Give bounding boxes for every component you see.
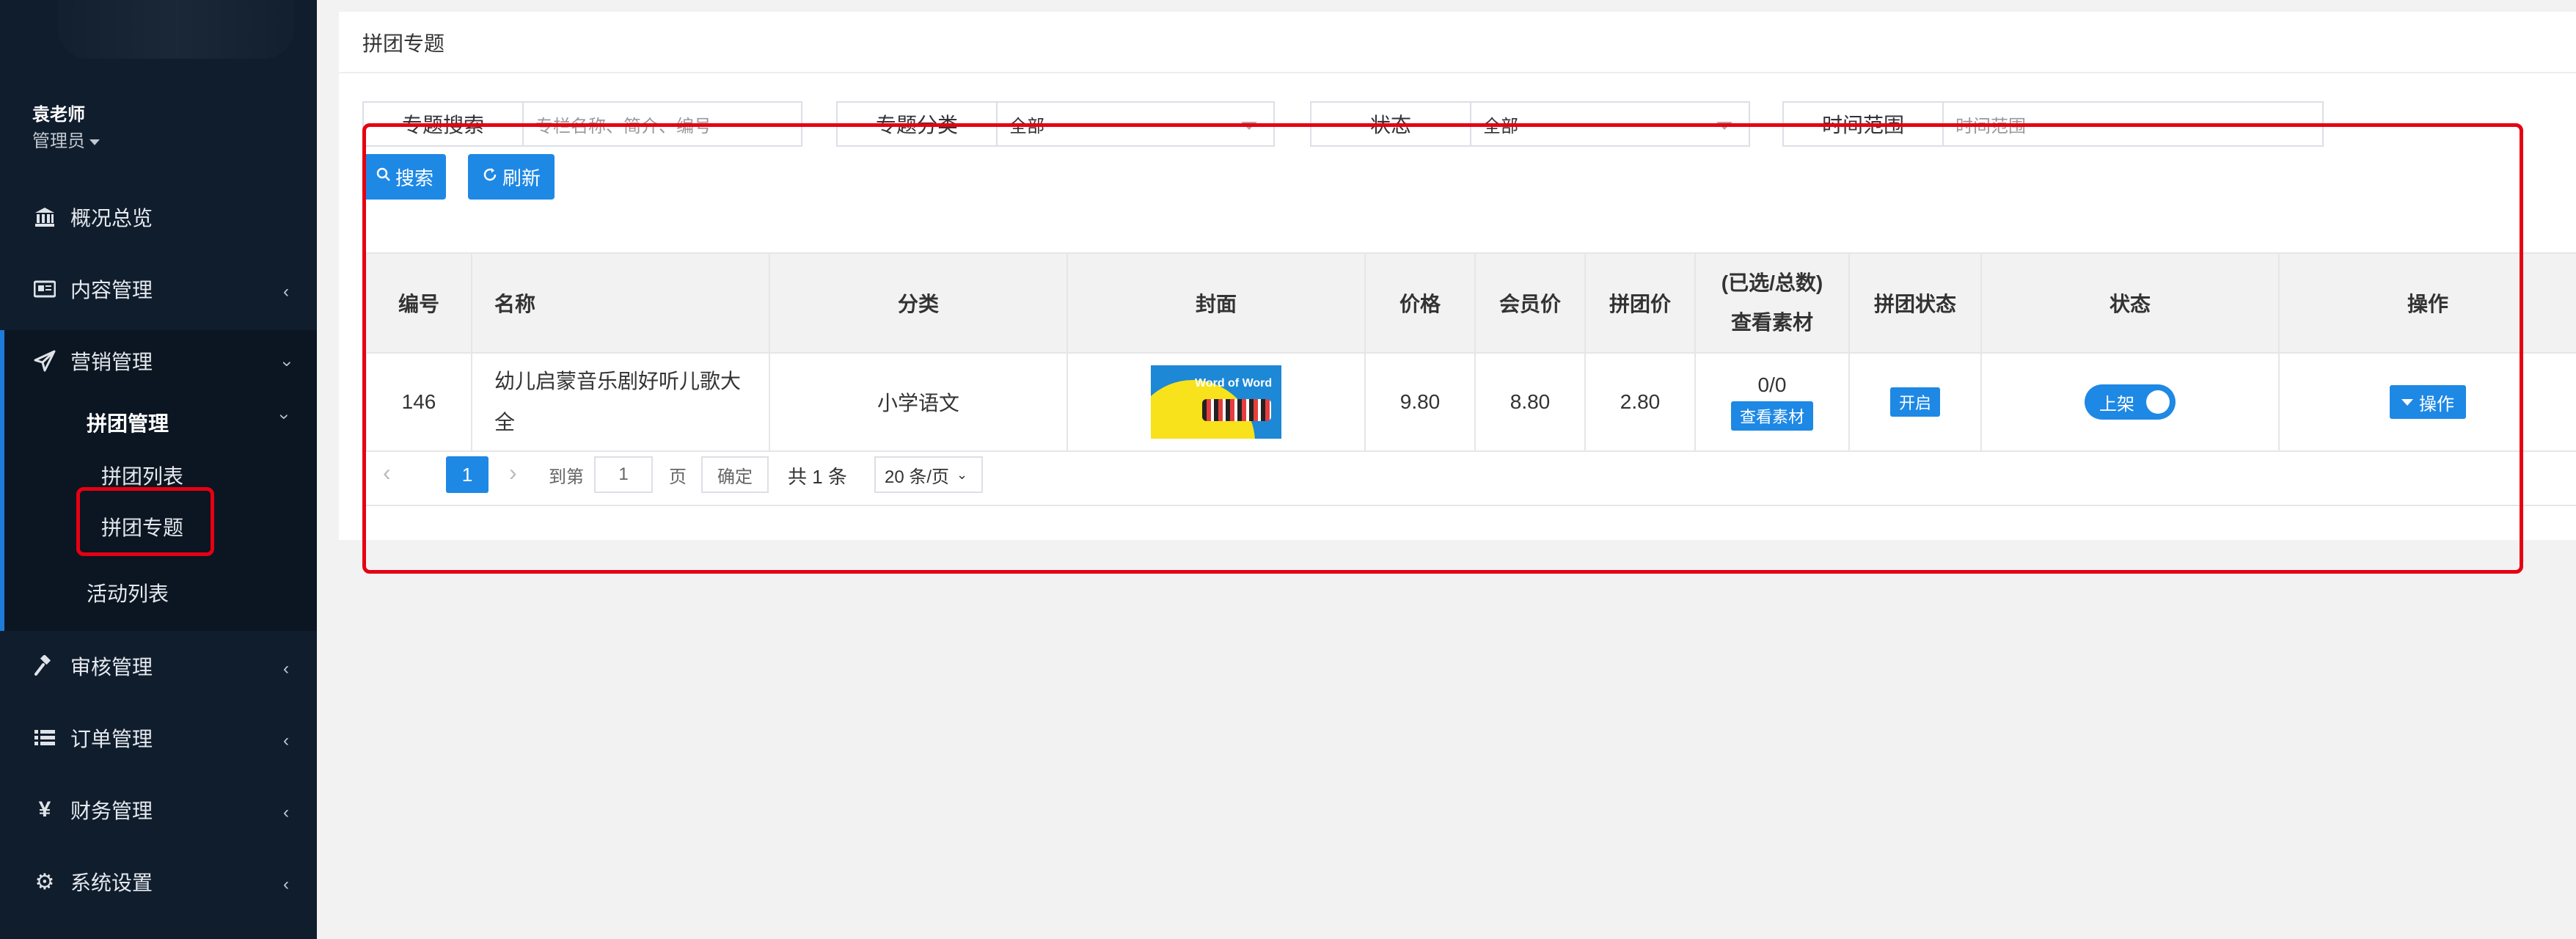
logo	[59, 0, 293, 59]
yen-icon: ¥	[38, 797, 51, 822]
sidebar-item-label: 财务管理	[70, 800, 153, 822]
chevron-left-icon: ‹	[283, 874, 289, 894]
bank-icon	[32, 205, 57, 230]
chevron-down-icon: ‹	[276, 361, 296, 367]
sidebar-item-review[interactable]: 审核管理 ‹	[0, 637, 317, 695]
sidebar-item-settings[interactable]: ⚙ 系统设置 ‹	[0, 852, 317, 911]
gavel-icon	[32, 654, 57, 679]
sidebar-item-finance[interactable]: ¥ 财务管理 ‹	[0, 781, 317, 839]
paper-plane-icon	[32, 348, 57, 373]
user-name: 袁老师	[32, 105, 85, 125]
sidebar-item-content[interactable]: 内容管理 ‹	[0, 260, 317, 318]
sidebar-item-label: 订单管理	[70, 728, 153, 750]
sidebar-item-label: 营销管理	[70, 351, 153, 373]
sidebar-item-label: 内容管理	[70, 279, 153, 302]
caret-down-icon	[89, 139, 100, 145]
sidebar-subgroup-group-buy[interactable]: 拼团管理	[87, 408, 169, 437]
sidebar-item-activity-list[interactable]: 活动列表	[87, 578, 169, 607]
sidebar-item-overview[interactable]: 概况总览	[0, 188, 317, 246]
sidebar-item-label: 审核管理	[70, 656, 153, 679]
sidebar-item-orders[interactable]: 订单管理 ‹	[0, 709, 317, 767]
sidebar: 袁老师 管理员 概况总览 内容管理 ‹ 营销管理 ‹ 拼团管理 ‹ 拼团列表 拼…	[0, 0, 317, 939]
chevron-left-icon: ‹	[283, 803, 289, 822]
user-role-label: 管理员	[32, 131, 85, 151]
chevron-left-icon: ‹	[283, 731, 289, 750]
sidebar-item-group-list[interactable]: 拼团列表	[101, 461, 183, 490]
sidebar-item-marketing[interactable]: 营销管理 ‹	[0, 332, 317, 390]
page-title: 拼团专题	[339, 12, 2576, 73]
chevron-down-icon: ‹	[273, 414, 293, 420]
chevron-left-icon: ‹	[283, 282, 289, 302]
highlight-box	[362, 123, 2523, 574]
list-icon	[32, 726, 57, 750]
sidebar-item-label: 概况总览	[70, 207, 153, 230]
newspaper-icon	[32, 277, 57, 302]
sidebar-item-label: 系统设置	[70, 872, 153, 894]
user-role-dropdown[interactable]: 管理员	[32, 126, 100, 152]
highlight-box	[76, 487, 214, 556]
gear-icon: ⚙	[34, 869, 55, 894]
chevron-left-icon: ‹	[283, 659, 289, 679]
